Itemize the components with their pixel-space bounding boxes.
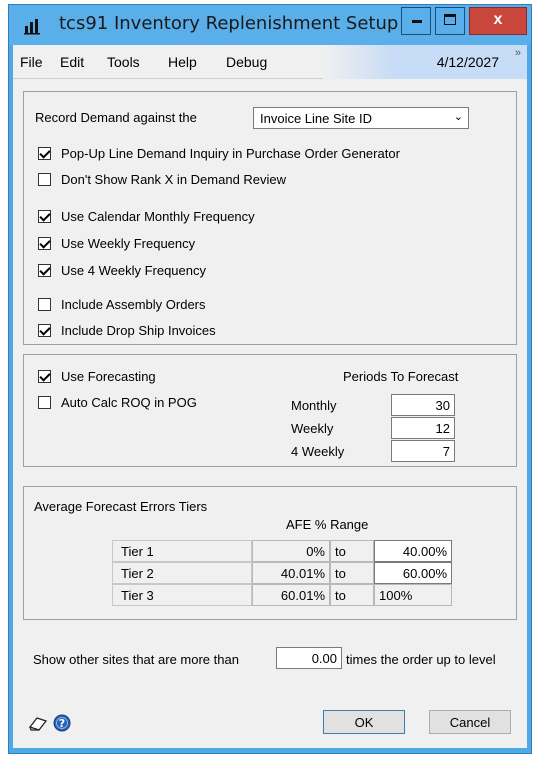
app-window: tcs91 Inventory Replenishment Setup x Fi…: [8, 4, 532, 754]
auto-calc-checkbox[interactable]: [38, 396, 51, 409]
drop-ship-checkbox[interactable]: [38, 324, 51, 337]
user-date[interactable]: 4/12/2027: [437, 54, 499, 70]
tier-2-to-field[interactable]: 60.00%: [374, 562, 452, 584]
note-icon[interactable]: [28, 715, 48, 733]
help-icon[interactable]: ?: [53, 714, 71, 732]
ok-button[interactable]: OK: [323, 710, 405, 734]
record-demand-value: Invoice Line Site ID: [260, 111, 373, 126]
sites-prefix-label: Show other sites that are more than: [33, 652, 239, 667]
calendar-monthly-checkbox[interactable]: [38, 210, 51, 223]
general-options-section: Record Demand against the Invoice Line S…: [23, 91, 517, 345]
tier-2-from: 40.01%: [252, 562, 330, 584]
menu-edit[interactable]: Edit: [60, 54, 84, 70]
use-forecasting-label: Use Forecasting: [61, 369, 156, 384]
window-title: tcs91 Inventory Replenishment Setup: [59, 13, 399, 34]
cancel-button[interactable]: Cancel: [429, 710, 511, 734]
tier-3-to-label: to: [330, 584, 374, 606]
weekly-periods-field[interactable]: 12: [391, 417, 455, 439]
afe-range-header: AFE % Range: [286, 517, 369, 532]
menu-debug[interactable]: Debug: [226, 54, 267, 70]
svg-text:?: ?: [59, 717, 65, 730]
record-demand-label: Record Demand against the: [35, 110, 197, 125]
periods-header: Periods To Forecast: [343, 369, 459, 384]
close-button[interactable]: x: [469, 7, 527, 35]
drop-ship-label: Include Drop Ship Invoices: [61, 323, 216, 338]
popup-inquiry-label: Pop-Up Line Demand Inquiry in Purchase O…: [61, 146, 400, 161]
dont-show-rank-label: Don't Show Rank X in Demand Review: [61, 172, 287, 187]
auto-calc-label: Auto Calc ROQ in POG: [61, 395, 197, 410]
four-weekly-periods-field[interactable]: 7: [391, 440, 455, 462]
tier-3-name: Tier 3: [112, 584, 252, 606]
close-icon: x: [493, 11, 503, 28]
tier-3-to-value: 100%: [374, 584, 452, 606]
weekly-label: Weekly: [291, 421, 334, 436]
monthly-periods-field[interactable]: 30: [391, 394, 455, 416]
four-weekly-checkbox[interactable]: [38, 264, 51, 277]
afe-title: Average Forecast Errors Tiers: [34, 499, 208, 514]
four-weekly-label: 4 Weekly: [291, 444, 345, 459]
tier-2-to-label: to: [330, 562, 374, 584]
tier-1-from: 0%: [252, 540, 330, 562]
minimize-icon: [412, 20, 422, 23]
maximize-button[interactable]: [435, 7, 465, 35]
menu-help[interactable]: Help: [168, 54, 197, 70]
menu-bar: File Edit Tools Help Debug 4/12/2027 »: [13, 45, 527, 79]
monthly-label: Monthly: [291, 398, 337, 413]
tier-2-name: Tier 2: [112, 562, 252, 584]
menu-file[interactable]: File: [20, 54, 43, 70]
tier-3-from: 60.01%: [252, 584, 330, 606]
assembly-orders-label: Include Assembly Orders: [61, 297, 206, 312]
sites-suffix-label: times the order up to level: [346, 652, 496, 667]
four-weekly-label: Use 4 Weekly Frequency: [61, 263, 206, 278]
minimize-button[interactable]: [401, 7, 431, 35]
expand-chevron-icon[interactable]: »: [515, 47, 521, 59]
menu-tools[interactable]: Tools: [107, 54, 140, 70]
chevron-down-icon: ⌄: [453, 111, 463, 123]
maximize-icon: [444, 14, 456, 25]
dont-show-rank-checkbox[interactable]: [38, 173, 51, 186]
assembly-orders-checkbox[interactable]: [38, 298, 51, 311]
title-bar[interactable]: tcs91 Inventory Replenishment Setup x: [9, 5, 531, 45]
forecasting-section: Use Forecasting Auto Calc ROQ in POG Per…: [23, 354, 517, 467]
sites-multiplier-field[interactable]: 0.00: [276, 647, 342, 669]
weekly-label: Use Weekly Frequency: [61, 236, 196, 251]
dialog-body: File Edit Tools Help Debug 4/12/2027 » R…: [13, 45, 527, 748]
record-demand-select[interactable]: Invoice Line Site ID ⌄: [253, 107, 469, 129]
chart-icon: [23, 17, 41, 35]
tier-1-to-field[interactable]: 40.00%: [374, 540, 452, 562]
tier-1-to-label: to: [330, 540, 374, 562]
tier-1-name: Tier 1: [112, 540, 252, 562]
weekly-checkbox[interactable]: [38, 237, 51, 250]
use-forecasting-checkbox[interactable]: [38, 370, 51, 383]
afe-tiers-section: Average Forecast Errors Tiers AFE % Rang…: [23, 486, 517, 620]
calendar-monthly-label: Use Calendar Monthly Frequency: [61, 209, 255, 224]
popup-inquiry-checkbox[interactable]: [38, 147, 51, 160]
